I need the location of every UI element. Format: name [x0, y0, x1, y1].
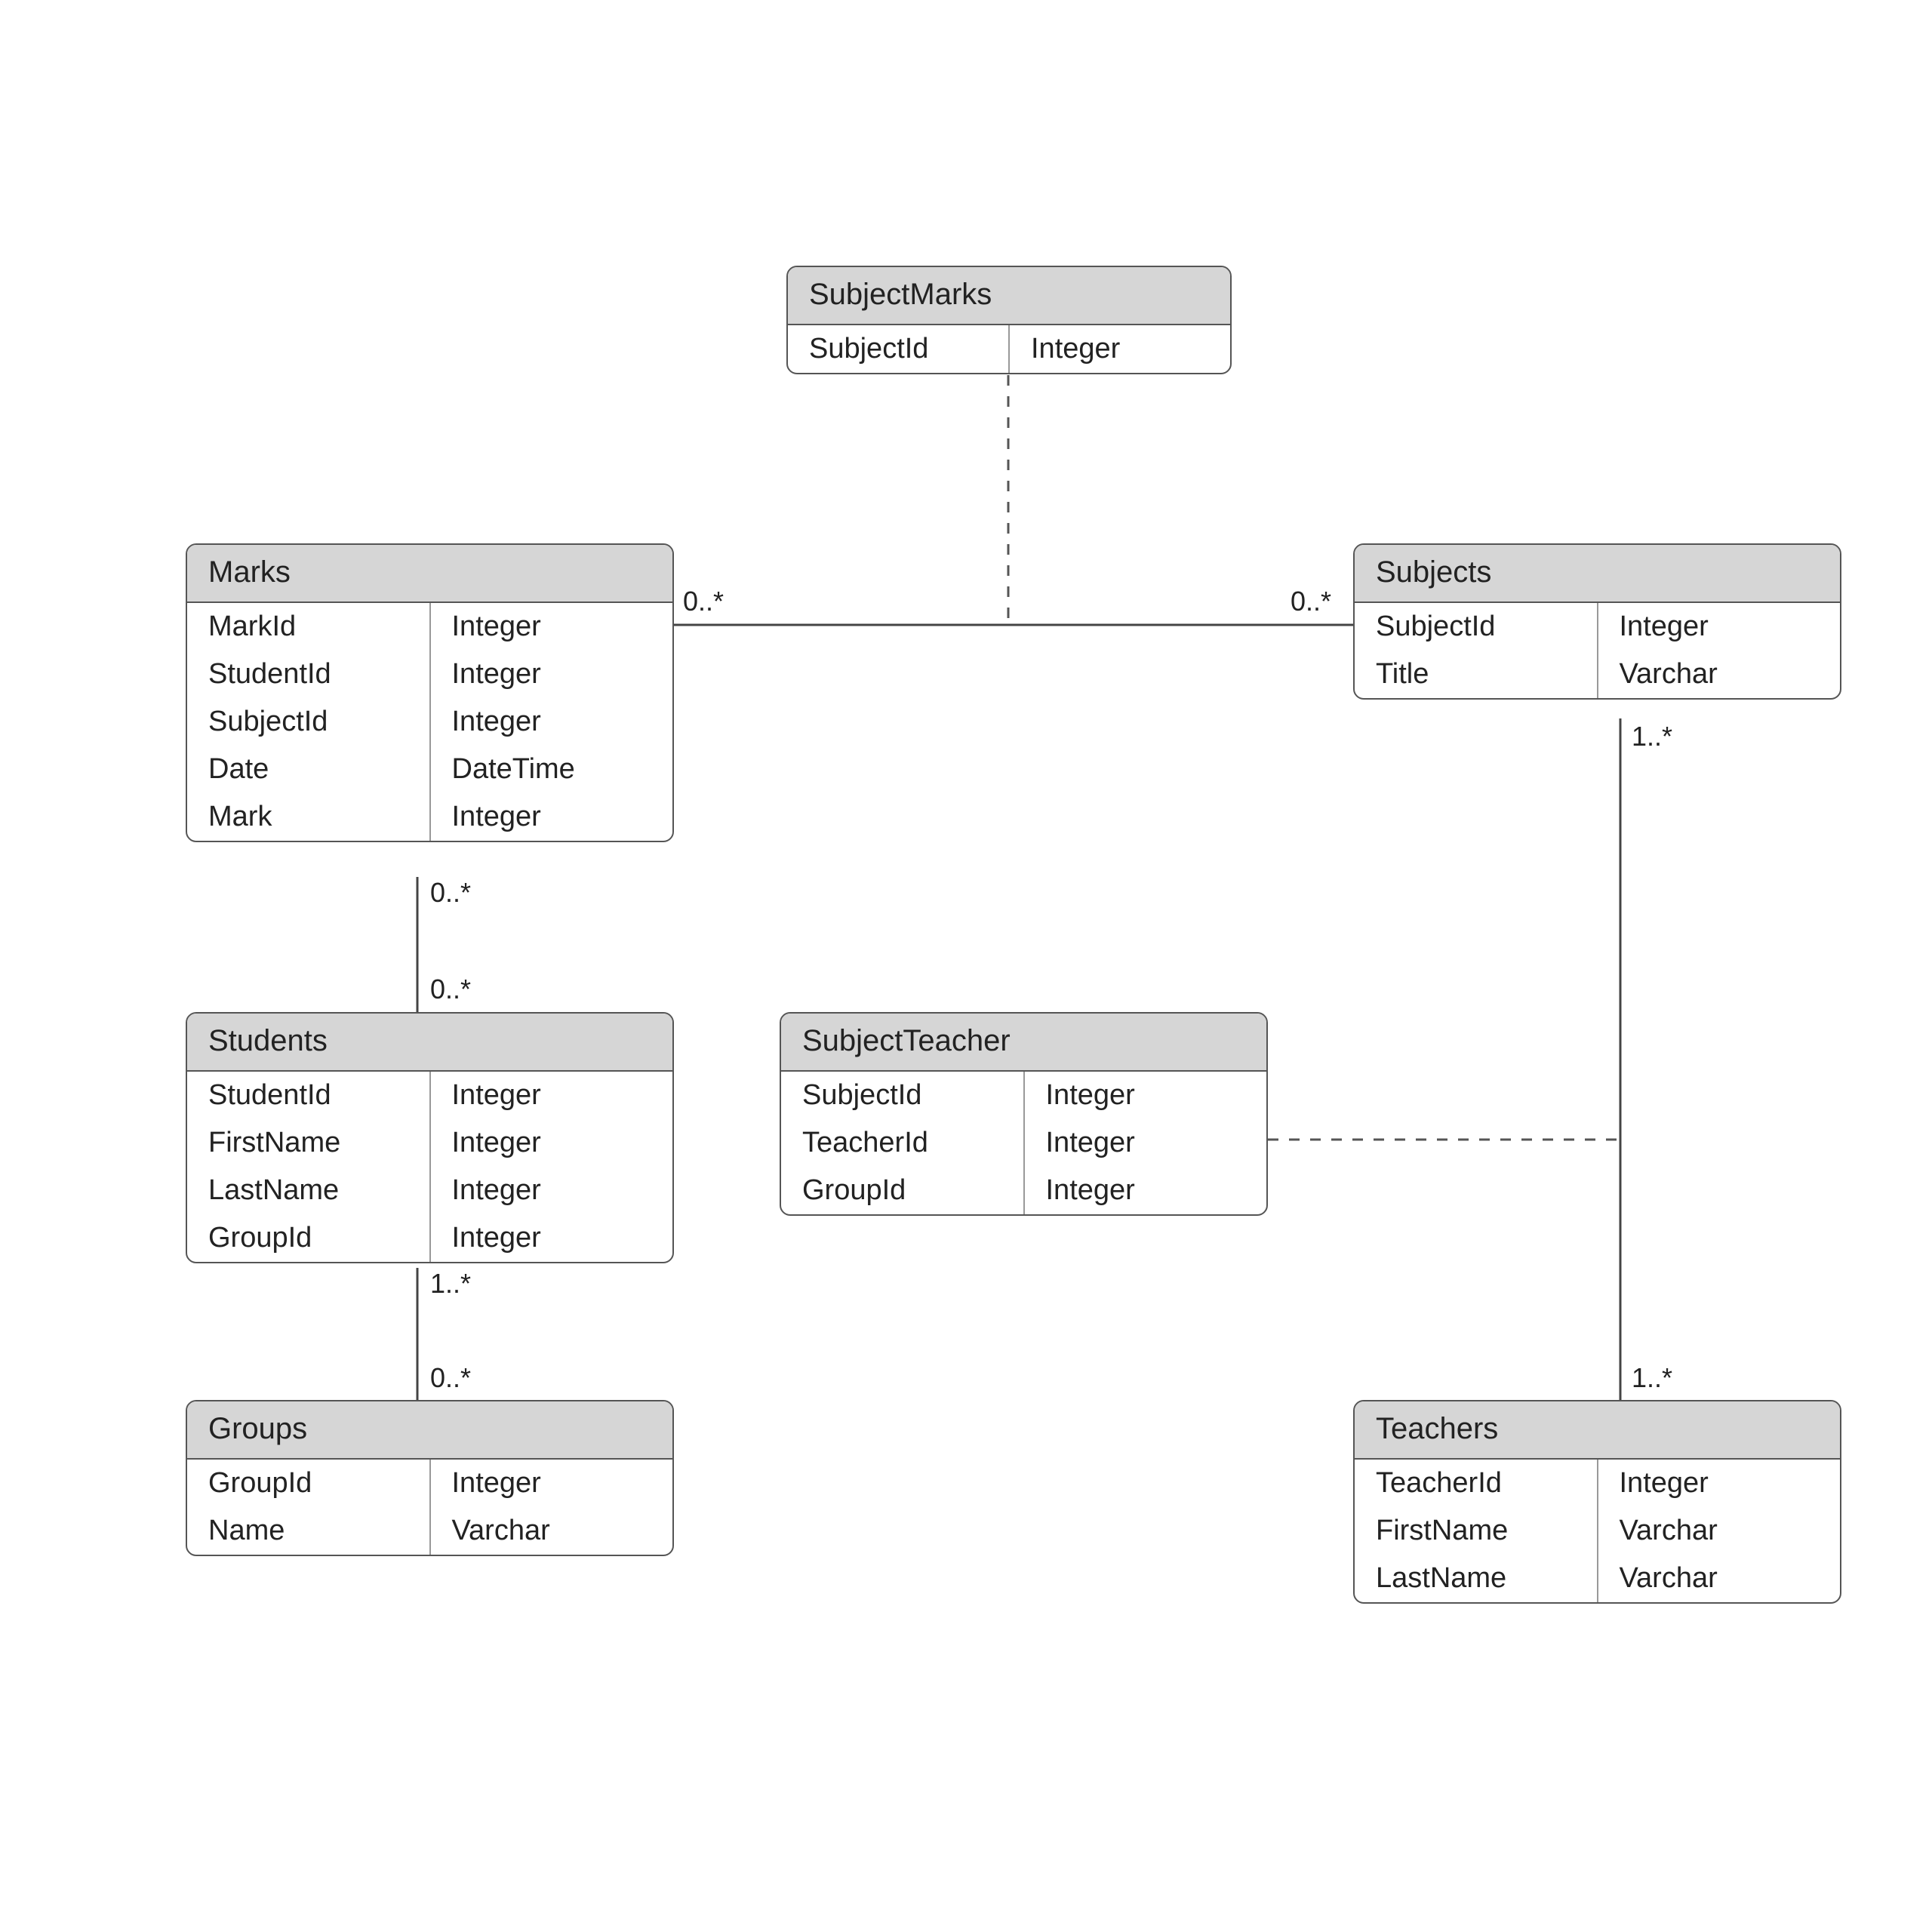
entity-row: MarkId Integer — [187, 603, 672, 651]
field-type: Integer — [431, 793, 673, 841]
er-diagram-canvas: SubjectMarks SubjectId Integer Marks Mar… — [0, 0, 1932, 1932]
field-type: Integer — [431, 1119, 673, 1167]
entity-row: SubjectId Integer — [781, 1072, 1266, 1119]
entity-row: LastName Varchar — [1355, 1555, 1840, 1602]
entity-row: GroupId Integer — [187, 1214, 672, 1262]
entity-title: Teachers — [1355, 1401, 1840, 1460]
entity-groups: Groups GroupId Integer Name Varchar — [186, 1400, 674, 1556]
field-type: Varchar — [431, 1507, 673, 1555]
entity-row: FirstName Integer — [187, 1119, 672, 1167]
field-type: Integer — [1025, 1119, 1267, 1167]
field-name: SubjectId — [187, 698, 431, 746]
multiplicity-label: 0..* — [430, 1362, 471, 1394]
entity-row: Title Varchar — [1355, 651, 1840, 698]
multiplicity-label: 1..* — [1632, 1362, 1672, 1394]
field-name: GroupId — [187, 1214, 431, 1262]
field-type: DateTime — [431, 746, 673, 793]
entity-row: SubjectId Integer — [1355, 603, 1840, 651]
field-type: Varchar — [1598, 651, 1841, 698]
entity-title: Groups — [187, 1401, 672, 1460]
entity-row: TeacherId Integer — [1355, 1460, 1840, 1507]
entity-row: StudentId Integer — [187, 651, 672, 698]
field-type: Integer — [1010, 325, 1230, 373]
field-name: FirstName — [1355, 1507, 1598, 1555]
field-name: Date — [187, 746, 431, 793]
entity-row: SubjectId Integer — [187, 698, 672, 746]
field-name: MarkId — [187, 603, 431, 651]
entity-title: Marks — [187, 545, 672, 603]
field-type: Varchar — [1598, 1555, 1841, 1602]
entity-marks: Marks MarkId Integer StudentId Integer S… — [186, 543, 674, 842]
entity-title: SubjectMarks — [788, 267, 1230, 325]
field-name: SubjectId — [781, 1072, 1025, 1119]
field-name: FirstName — [187, 1119, 431, 1167]
field-name: Name — [187, 1507, 431, 1555]
entity-row: StudentId Integer — [187, 1072, 672, 1119]
field-name: LastName — [187, 1167, 431, 1214]
field-type: Integer — [431, 1167, 673, 1214]
field-type: Integer — [431, 1460, 673, 1507]
multiplicity-label: 0..* — [430, 974, 471, 1005]
entity-row: GroupId Integer — [781, 1167, 1266, 1214]
entity-title: Subjects — [1355, 545, 1840, 603]
entity-subjectmarks: SubjectMarks SubjectId Integer — [786, 266, 1232, 374]
field-name: StudentId — [187, 1072, 431, 1119]
field-name: LastName — [1355, 1555, 1598, 1602]
field-type: Integer — [1598, 603, 1841, 651]
entity-row: Name Varchar — [187, 1507, 672, 1555]
multiplicity-label: 0..* — [683, 586, 724, 617]
entity-students: Students StudentId Integer FirstName Int… — [186, 1012, 674, 1263]
entity-row: FirstName Varchar — [1355, 1507, 1840, 1555]
field-type: Integer — [1598, 1460, 1841, 1507]
entity-title: SubjectTeacher — [781, 1014, 1266, 1072]
field-type: Integer — [1025, 1072, 1267, 1119]
entity-row: SubjectId Integer — [788, 325, 1230, 373]
field-type: Integer — [431, 1072, 673, 1119]
field-name: GroupId — [781, 1167, 1025, 1214]
field-type: Integer — [431, 698, 673, 746]
entity-row: LastName Integer — [187, 1167, 672, 1214]
field-name: SubjectId — [1355, 603, 1598, 651]
field-name: StudentId — [187, 651, 431, 698]
multiplicity-label: 1..* — [1632, 721, 1672, 752]
field-name: Title — [1355, 651, 1598, 698]
field-name: TeacherId — [1355, 1460, 1598, 1507]
entity-subjectteacher: SubjectTeacher SubjectId Integer Teacher… — [780, 1012, 1268, 1216]
entity-row: Mark Integer — [187, 793, 672, 841]
field-type: Integer — [431, 651, 673, 698]
entity-row: TeacherId Integer — [781, 1119, 1266, 1167]
field-name: SubjectId — [788, 325, 1010, 373]
field-type: Integer — [1025, 1167, 1267, 1214]
field-type: Integer — [431, 603, 673, 651]
multiplicity-label: 0..* — [1291, 586, 1331, 617]
field-type: Varchar — [1598, 1507, 1841, 1555]
multiplicity-label: 0..* — [430, 877, 471, 909]
multiplicity-label: 1..* — [430, 1268, 471, 1300]
entity-row: Date DateTime — [187, 746, 672, 793]
field-name: GroupId — [187, 1460, 431, 1507]
field-type: Integer — [431, 1214, 673, 1262]
field-name: TeacherId — [781, 1119, 1025, 1167]
entity-title: Students — [187, 1014, 672, 1072]
entity-teachers: Teachers TeacherId Integer FirstName Var… — [1353, 1400, 1841, 1604]
field-name: Mark — [187, 793, 431, 841]
entity-row: GroupId Integer — [187, 1460, 672, 1507]
entity-subjects: Subjects SubjectId Integer Title Varchar — [1353, 543, 1841, 700]
